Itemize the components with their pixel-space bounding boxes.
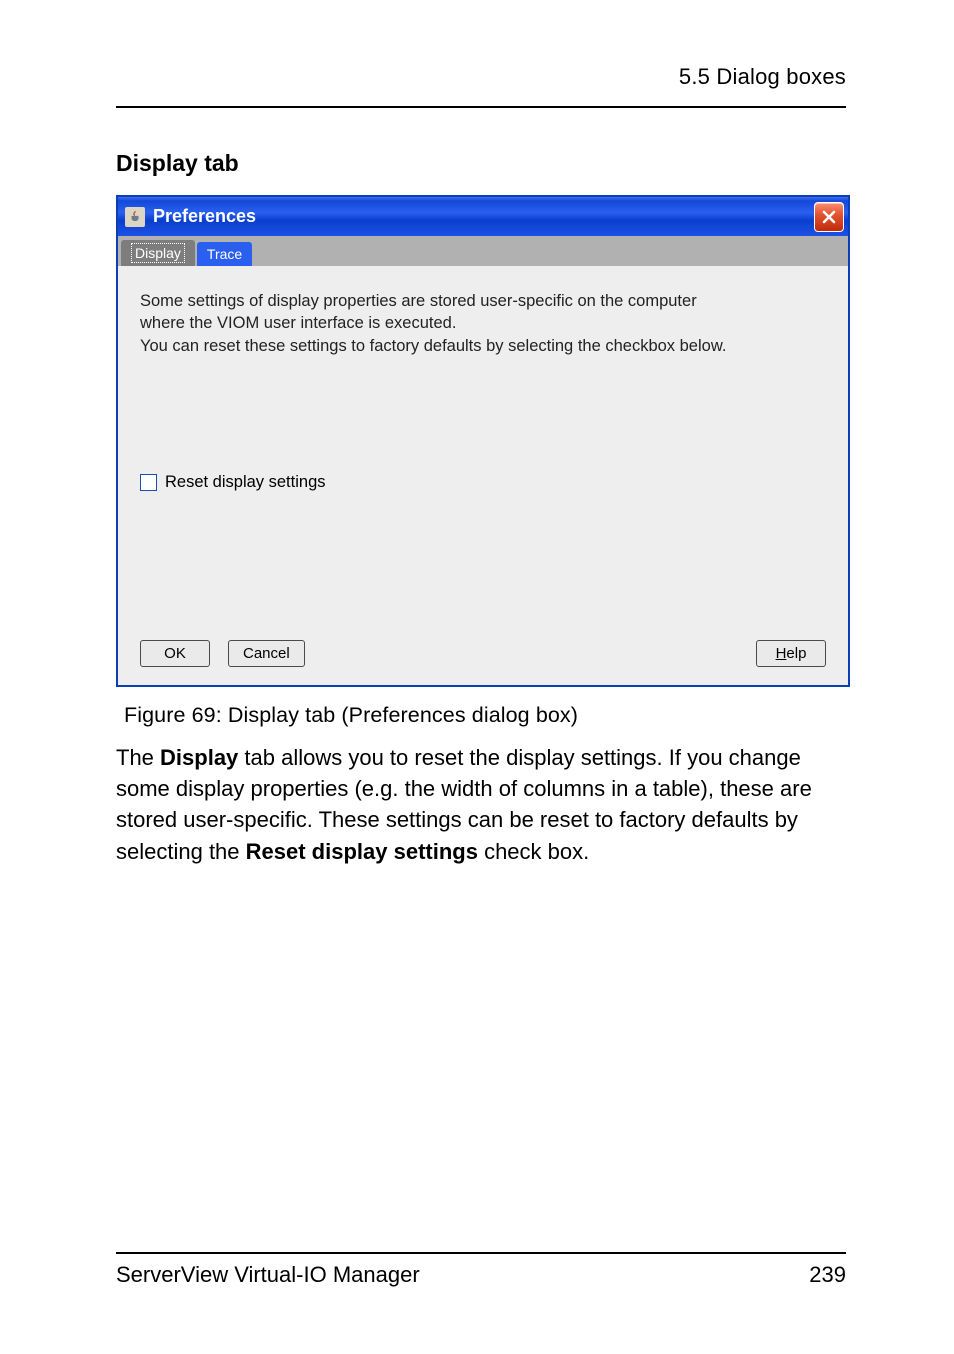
para-post2: check box. — [478, 839, 589, 864]
para-pre1: The — [116, 745, 160, 770]
tab-display[interactable]: Display — [121, 240, 195, 266]
reset-display-settings-checkbox[interactable] — [140, 474, 157, 491]
page-number: 239 — [809, 1262, 846, 1288]
desc-line-2: where the VIOM user interface is execute… — [140, 314, 456, 332]
tab-panel-display: Some settings of display properties are … — [118, 266, 848, 685]
help-button-label: Help — [776, 645, 807, 662]
page-header-section: 5.5 Dialog boxes — [116, 64, 846, 106]
close-button[interactable] — [814, 202, 844, 232]
header-divider — [116, 106, 846, 108]
ok-button[interactable]: OK — [140, 640, 210, 667]
tab-strip: Display Trace — [118, 236, 848, 266]
desc-line-1: Some settings of display properties are … — [140, 292, 697, 310]
para-b2: Reset display settings — [246, 839, 478, 864]
cancel-button[interactable]: Cancel — [228, 640, 305, 667]
figure-caption: Figure 69: Display tab (Preferences dial… — [0, 687, 954, 728]
dialog-title: Preferences — [153, 206, 814, 227]
close-icon — [822, 210, 836, 224]
para-b1: Display — [160, 745, 238, 770]
section-heading-display-tab: Display tab — [116, 150, 846, 177]
preferences-dialog: Preferences Display Trace Some settings … — [116, 195, 850, 687]
tab-label-display: Display — [131, 243, 185, 263]
java-cup-icon — [125, 207, 145, 227]
dialog-titlebar: Preferences — [118, 197, 848, 236]
tab-trace[interactable]: Trace — [197, 242, 252, 266]
ok-button-label: OK — [164, 645, 186, 662]
footer-divider — [116, 1252, 846, 1254]
body-paragraph: The Display tab allows you to reset the … — [0, 728, 954, 867]
tab-label-trace: Trace — [207, 246, 242, 262]
footer-left: ServerView Virtual-IO Manager — [116, 1262, 420, 1288]
desc-line-3: You can reset these settings to factory … — [140, 337, 726, 355]
reset-display-settings-label: Reset display settings — [165, 473, 326, 492]
cancel-button-label: Cancel — [243, 645, 290, 662]
dialog-description: Some settings of display properties are … — [140, 290, 826, 357]
help-button[interactable]: Help — [756, 640, 826, 667]
